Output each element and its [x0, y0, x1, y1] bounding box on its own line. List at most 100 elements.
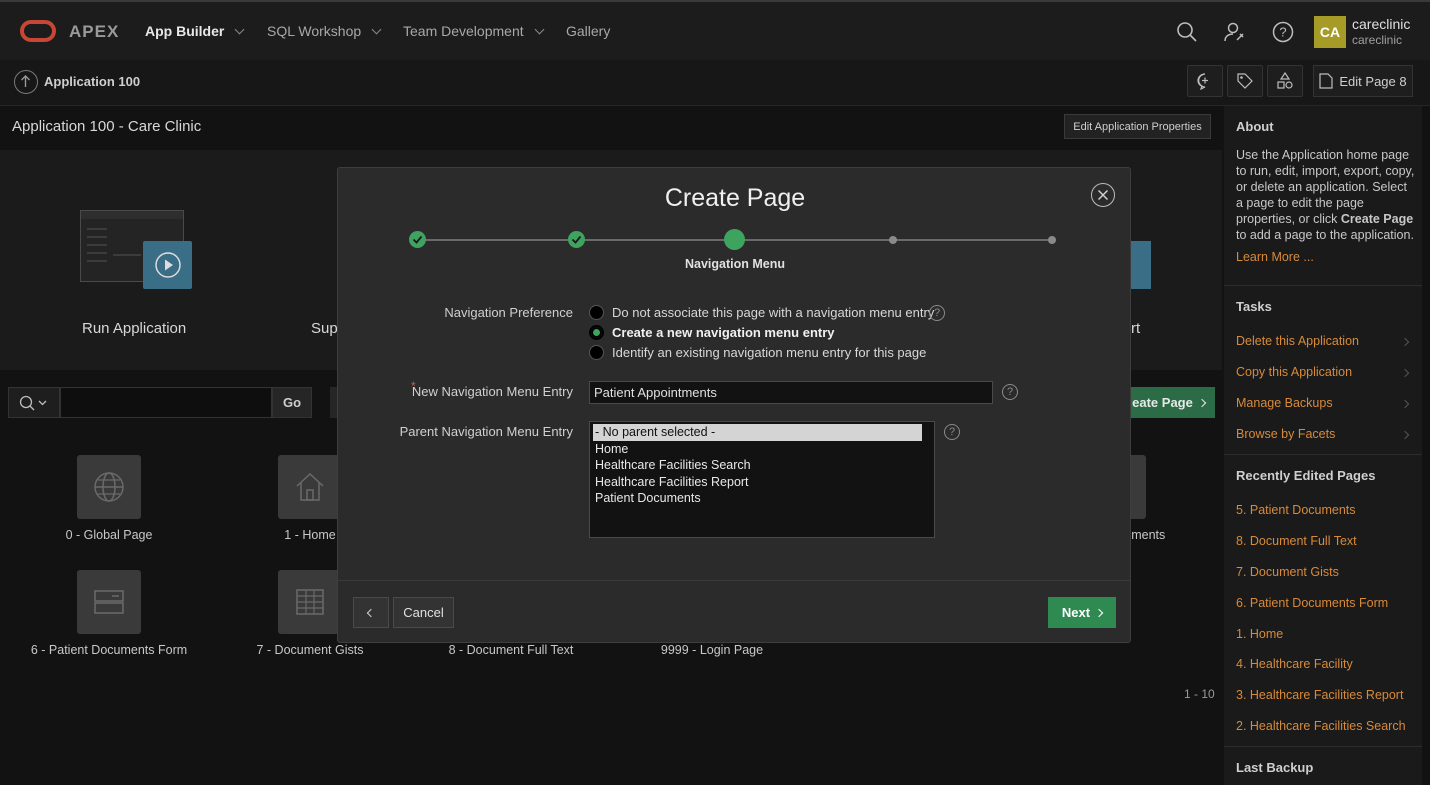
last-backup-heading: Last Backup — [1236, 760, 1314, 775]
select-option[interactable]: Home — [593, 441, 931, 458]
recent-page-link[interactable]: 1. Home — [1236, 627, 1283, 641]
radio-no-association-label[interactable]: Do not associate this page with a naviga… — [612, 305, 934, 320]
recent-page-link[interactable]: 2. Healthcare Facilities Search — [1236, 719, 1406, 733]
about-text-bold: Create Page — [1340, 212, 1414, 226]
tag-button[interactable] — [1227, 65, 1263, 97]
search-filter-button[interactable] — [8, 387, 60, 418]
recently-edited-heading: Recently Edited Pages — [1236, 468, 1376, 483]
page-tile-label[interactable]: 6 - Patient Documents Form — [20, 643, 198, 657]
select-option[interactable]: Healthcare Facilities Report — [593, 474, 931, 491]
oracle-logo-icon[interactable] — [20, 20, 56, 42]
page-tile-6[interactable] — [77, 570, 141, 634]
page-title: Application 100 - Care Clinic — [12, 118, 202, 135]
form-icon — [94, 590, 124, 614]
recent-page-link[interactable]: 7. Document Gists — [1236, 565, 1339, 579]
page-tile-1[interactable] — [278, 455, 342, 519]
next-label: Next — [1061, 605, 1091, 620]
previous-button[interactable] — [353, 597, 389, 628]
select-option[interactable]: Healthcare Facilities Search — [593, 457, 931, 474]
nav-sql-workshop-label: SQL Workshop — [267, 23, 362, 39]
task-delete-application[interactable]: Delete this Application — [1236, 334, 1359, 348]
create-page-label: eate Page — [1132, 395, 1193, 410]
search-icon[interactable] — [1175, 20, 1199, 44]
page-tile-label[interactable]: 8 - Document Full Text — [440, 643, 582, 657]
about-text: Use the Application home page to run, ed… — [1236, 147, 1416, 243]
next-button[interactable]: Next — [1048, 597, 1116, 628]
svg-text:?: ? — [1279, 25, 1286, 40]
chevron-down-icon — [234, 24, 245, 34]
radio-create-new-entry-label[interactable]: Create a new navigation menu entry — [612, 325, 835, 340]
check-icon — [412, 235, 423, 244]
about-text-part: to add a page to the application. — [1236, 228, 1414, 242]
task-manage-backups[interactable]: Manage Backups — [1236, 396, 1333, 410]
select-option[interactable]: Patient Documents — [593, 490, 931, 507]
wizard-step-pending — [889, 236, 897, 244]
help-icon[interactable]: ? — [1002, 384, 1018, 400]
task-browse-by-facets[interactable]: Browse by Facets — [1236, 427, 1335, 441]
tag-icon — [1237, 73, 1253, 89]
page-tile-label[interactable]: 0 - Global Page — [48, 528, 170, 542]
search-input[interactable] — [60, 387, 272, 418]
recent-page-link[interactable]: 8. Document Full Text — [1236, 534, 1357, 548]
nav-gallery[interactable]: Gallery — [566, 23, 610, 39]
new-navigation-entry-input[interactable]: Patient Appointments — [589, 381, 993, 404]
supporting-objects-label[interactable]: Sup — [311, 320, 338, 337]
page-tile-label[interactable]: 9999 - Login Page — [650, 643, 774, 657]
export-import-label[interactable]: rt — [1131, 320, 1140, 337]
page-tile-0[interactable] — [77, 455, 141, 519]
page-tile-label[interactable]: 7 - Document Gists — [240, 643, 380, 657]
cancel-button[interactable]: Cancel — [393, 597, 454, 628]
close-button[interactable] — [1091, 183, 1115, 207]
apex-brand[interactable]: APEX — [69, 22, 119, 42]
recent-page-link[interactable]: 3. Healthcare Facilities Report — [1236, 688, 1403, 702]
run-application-label[interactable]: Run Application — [82, 320, 186, 337]
arrow-up-icon[interactable] — [14, 70, 38, 94]
learn-more-link[interactable]: Learn More ... — [1236, 250, 1314, 264]
task-copy-application[interactable]: Copy this Application — [1236, 365, 1352, 379]
wizard-step-pending — [1048, 236, 1056, 244]
radio-identify-existing[interactable] — [589, 345, 604, 360]
tasks-heading: Tasks — [1236, 299, 1272, 314]
dialog-title: Create Page — [664, 184, 806, 212]
radio-no-association[interactable] — [589, 305, 604, 320]
edit-page-label: Edit Page 8 — [1339, 73, 1407, 89]
help-icon[interactable]: ? — [1271, 20, 1295, 44]
edit-application-properties-button[interactable]: Edit Application Properties — [1064, 114, 1211, 139]
breadcrumb[interactable]: Application 100 — [44, 74, 140, 89]
nav-app-builder[interactable]: App Builder — [145, 23, 245, 39]
export-illustration[interactable] — [1131, 241, 1151, 289]
page-tile-7[interactable] — [278, 570, 342, 634]
comment-add-icon — [1197, 73, 1208, 90]
create-page-button[interactable]: eate Page — [1122, 387, 1215, 418]
grid-icon — [296, 589, 324, 615]
edit-page-button[interactable]: Edit Page 8 — [1313, 65, 1413, 97]
comment-button[interactable] — [1187, 65, 1223, 97]
recent-page-link[interactable]: 6. Patient Documents Form — [1236, 596, 1388, 610]
help-icon[interactable]: ? — [944, 424, 960, 440]
radio-identify-existing-label[interactable]: Identify an existing navigation menu ent… — [612, 345, 926, 360]
pagination: 1 - 10 — [1184, 687, 1215, 701]
page-edit-icon — [1319, 73, 1333, 89]
wizard-step-current — [724, 229, 745, 250]
help-icon[interactable]: ? — [929, 305, 945, 321]
globe-icon — [94, 472, 124, 502]
play-icon[interactable] — [143, 241, 192, 289]
go-button[interactable]: Go — [272, 387, 312, 418]
shared-components-button[interactable] — [1267, 65, 1303, 97]
divider — [1224, 285, 1422, 286]
parent-entry-label: Parent Navigation Menu Entry — [399, 424, 573, 439]
nav-sql-workshop[interactable]: SQL Workshop — [267, 23, 382, 39]
avatar[interactable]: CA — [1314, 16, 1346, 48]
admin-user-icon[interactable] — [1223, 20, 1247, 44]
parent-navigation-select[interactable]: - No parent selected - Home Healthcare F… — [589, 421, 935, 538]
check-icon — [571, 235, 582, 244]
recent-page-link[interactable]: 4. Healthcare Facility — [1236, 657, 1353, 671]
recent-page-link[interactable]: 5. Patient Documents — [1236, 503, 1356, 517]
about-heading: About — [1236, 119, 1274, 134]
chevron-down-icon — [534, 24, 545, 34]
select-option[interactable]: - No parent selected - — [593, 424, 922, 441]
nav-team-development[interactable]: Team Development — [403, 23, 545, 39]
radio-create-new-entry[interactable] — [589, 325, 604, 340]
user-name[interactable]: careclinic — [1352, 16, 1410, 32]
chevron-right-icon — [1094, 608, 1104, 617]
